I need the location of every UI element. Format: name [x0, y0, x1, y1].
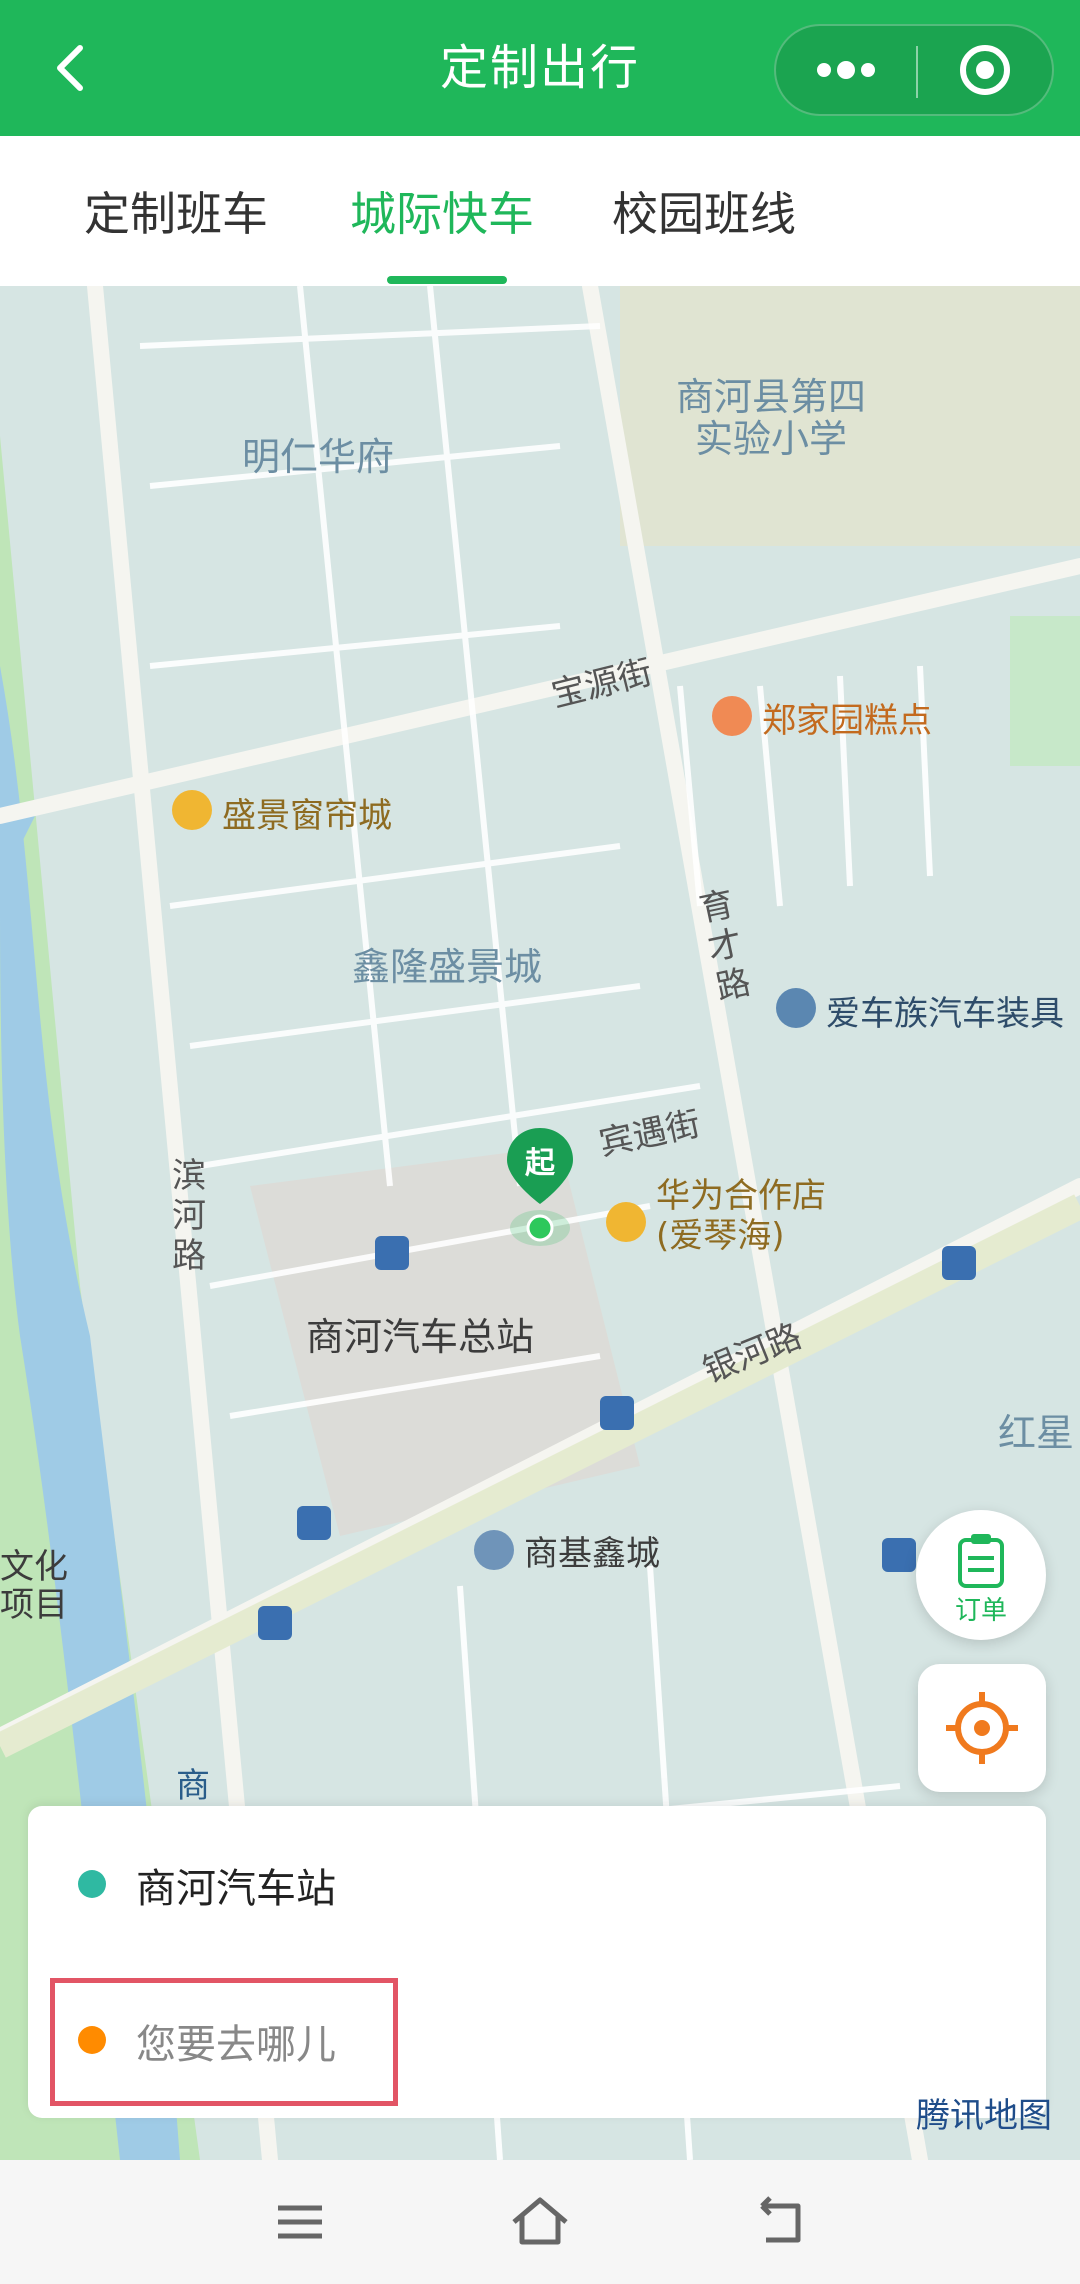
bus-stop-icon — [258, 1606, 292, 1640]
home-outline-icon — [512, 2197, 568, 2245]
bus-stop-icon — [297, 1506, 331, 1540]
map-label-shangji: 商基鑫城 — [524, 1534, 660, 1574]
more-button[interactable] — [776, 26, 916, 114]
map-label-hongxing: 红星 — [998, 1411, 1075, 1455]
order-button[interactable]: 订单 — [916, 1510, 1046, 1640]
start-dot-icon — [78, 1870, 106, 1898]
map-label-zhengjia: 郑家园糕点 — [762, 701, 932, 741]
map-label-school: 商河县第四 实验小学 — [676, 375, 867, 461]
back-system-button[interactable] — [740, 2186, 820, 2258]
active-tab-indicator — [387, 276, 507, 284]
map-label-bus-station: 商河汽车总站 — [306, 1315, 535, 1359]
menu-button[interactable] — [260, 2186, 340, 2258]
bus-stop-icon — [942, 1246, 976, 1280]
start-location-row[interactable]: 商河汽车站 — [28, 1806, 1046, 1962]
tab-intercity-express[interactable]: 城际快车 — [350, 136, 534, 286]
mini-program-capsule — [774, 24, 1054, 116]
menu-icon — [278, 2205, 322, 2239]
more-dots-icon — [817, 61, 875, 79]
start-location-pin[interactable]: 起 — [505, 1126, 575, 1246]
close-program-button[interactable] — [918, 26, 1052, 114]
destination-highlight-box — [50, 1978, 398, 2106]
map-label-huawei: 华为合作店 (爱琴海) — [656, 1176, 826, 1256]
bus-stop-icon — [375, 1236, 409, 1270]
map-label-wenhua: 文化 项目 — [0, 1547, 68, 1625]
map-label-binhe-road: 滨河路 — [172, 1156, 206, 1276]
title-bar: 定制出行 — [0, 0, 1080, 136]
pin-start-char: 起 — [525, 1146, 555, 1181]
shop-icon — [606, 1202, 646, 1242]
home-button[interactable] — [500, 2186, 580, 2258]
bus-stop-icon — [600, 1396, 634, 1430]
clipboard-icon — [958, 1534, 1004, 1588]
map-label-minren: 明仁华府 — [242, 435, 395, 479]
map-label-aiche: 爱车族汽车装具 — [826, 994, 1064, 1034]
bus-stop-icon — [882, 1538, 916, 1572]
home-icon — [474, 1530, 514, 1570]
cake-shop-icon — [712, 696, 752, 736]
system-navigation-bar — [0, 2160, 1080, 2284]
service-tabs: 定制班车 城际快车 校园班线 — [0, 136, 1080, 286]
order-label: 订单 — [954, 1596, 1007, 1626]
map-label-shang: 商 — [176, 1766, 210, 1806]
crosshair-icon — [946, 1692, 1018, 1764]
map-label-xinlong: 鑫隆盛景城 — [352, 945, 543, 989]
return-icon — [760, 2196, 801, 2243]
car-service-icon — [776, 988, 816, 1028]
map-brand-logo: 腾讯地图 — [916, 2096, 1052, 2136]
shop-icon — [172, 790, 212, 830]
map-label-shengjing: 盛景窗帘城 — [222, 796, 392, 836]
record-circle-icon — [960, 45, 1010, 95]
tab-campus-line[interactable]: 校园班线 — [612, 136, 796, 286]
tab-custom-bus[interactable]: 定制班车 — [84, 136, 268, 286]
route-input-card: 商河汽车站 您要去哪儿 — [28, 1806, 1046, 2118]
locate-button[interactable] — [918, 1664, 1046, 1792]
start-location-text: 商河汽车站 — [136, 1866, 336, 1912]
